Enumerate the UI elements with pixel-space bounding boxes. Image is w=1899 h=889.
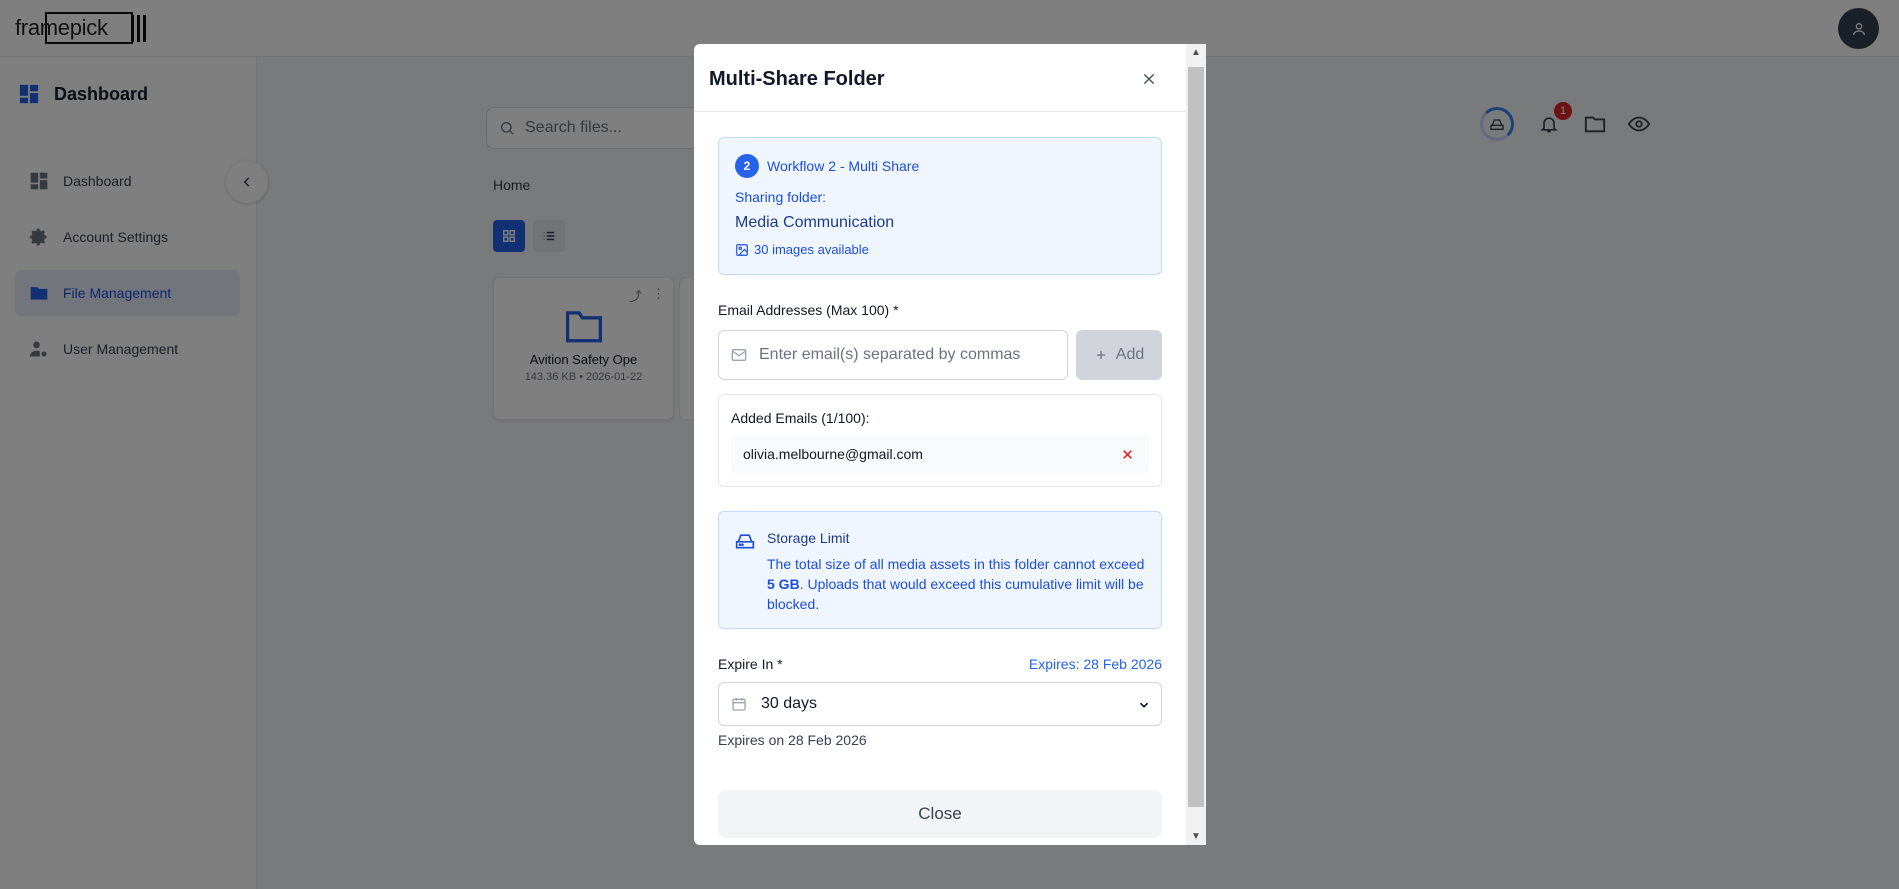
email-input[interactable]: [759, 346, 1049, 364]
modal-header: Multi-Share Folder: [694, 44, 1186, 112]
modal-content: Multi-Share Folder 2 Workflow 2 - Multi …: [694, 44, 1186, 845]
logo[interactable]: framepick: [15, 12, 146, 44]
added-emails-box: Added Emails (1/100): olivia.melbourne@g…: [718, 394, 1162, 487]
hard-drive-icon: [735, 534, 755, 549]
storage-text-after: . Uploads that would exceed this cumulat…: [767, 576, 1144, 612]
added-emails-label: Added Emails (1/100):: [731, 410, 870, 426]
close-icon: [1143, 73, 1155, 85]
scrollbar-thumb[interactable]: [1188, 67, 1204, 807]
multi-share-modal: Multi-Share Folder 2 Workflow 2 - Multi …: [694, 44, 1206, 845]
sharing-folder-label: Sharing folder:: [735, 189, 827, 205]
step-number: 2: [735, 154, 759, 178]
workflow-label: Workflow 2 - Multi Share: [767, 158, 920, 174]
storage-limit-title: Storage Limit: [767, 530, 850, 546]
calendar-icon: [732, 698, 746, 711]
email-chip: olivia.melbourne@gmail.com: [731, 435, 1149, 473]
email-chip-text: olivia.melbourne@gmail.com: [743, 446, 923, 462]
email-input-wrapper: [718, 330, 1068, 380]
email-field-label: Email Addresses (Max 100) *: [718, 302, 899, 318]
storage-limit-box: Storage Limit The total size of all medi…: [718, 511, 1162, 629]
add-email-button[interactable]: Add: [1076, 330, 1162, 380]
mail-icon: [731, 349, 747, 361]
expire-select[interactable]: 30 days: [718, 682, 1162, 726]
images-available: 30 images available: [735, 242, 869, 257]
modal-close-button[interactable]: [1138, 68, 1160, 90]
workflow-info-box: 2 Workflow 2 - Multi Share Sharing folde…: [718, 137, 1162, 275]
logo-text: framepick: [15, 15, 108, 40]
chevron-down-icon: [1139, 702, 1149, 708]
images-available-text: 30 images available: [754, 242, 869, 257]
shared-folder-name: Media Communication: [735, 214, 895, 231]
close-icon: [1122, 449, 1132, 459]
expire-in-label: Expire In *: [718, 656, 783, 672]
modal-scrollbar[interactable]: ▲ ▼: [1186, 44, 1206, 845]
expire-note: Expires on 28 Feb 2026: [718, 732, 867, 748]
scroll-down-arrow[interactable]: ▼: [1186, 828, 1206, 845]
close-button[interactable]: Close: [718, 790, 1162, 838]
image-icon: [736, 243, 748, 256]
remove-email-button[interactable]: [1119, 446, 1135, 462]
storage-text-before: The total size of all media assets in th…: [767, 556, 1145, 572]
add-email-label: Add: [1115, 346, 1145, 363]
plus-icon: [1096, 350, 1105, 360]
storage-limit-value: 5 GB: [767, 576, 800, 592]
expires-date-header: Expires: 28 Feb 2026: [1028, 656, 1162, 672]
workflow-step: 2 Workflow 2 - Multi Share: [735, 154, 919, 178]
expire-selected-value: 30 days: [761, 695, 818, 712]
storage-limit-text: The total size of all media assets in th…: [767, 554, 1147, 614]
modal-title: Multi-Share Folder: [709, 68, 885, 90]
scroll-up-arrow[interactable]: ▲: [1186, 44, 1206, 61]
